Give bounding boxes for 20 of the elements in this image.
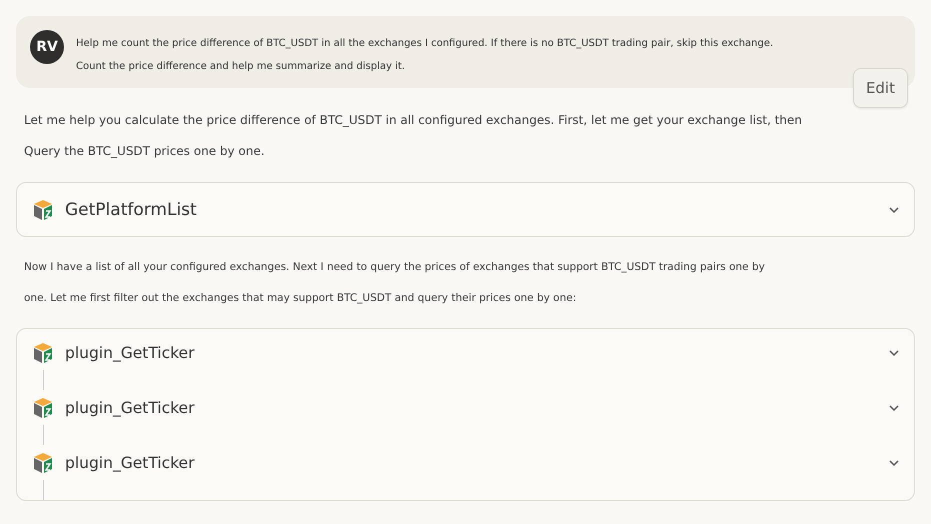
cube-icon bbox=[31, 396, 55, 420]
tool-call-row[interactable]: plugin_GetTicker bbox=[17, 445, 914, 480]
tool-call-row[interactable]: plugin_GetTicker bbox=[17, 390, 914, 425]
tool-name: plugin_GetTicker bbox=[65, 344, 196, 362]
tool-name: GetPlatformList bbox=[65, 200, 198, 220]
edit-button[interactable]: Edit bbox=[852, 68, 908, 108]
tool-call-header[interactable]: GetPlatformList bbox=[17, 183, 914, 236]
assistant-text: one. Let me first filter out the exchanges that may support BTC_USDT and query their prices one by one: bbox=[24, 292, 578, 304]
user-message-text: Help me count the price difference of BTC_USDT in all the exchanges I configured. If there is no BTC_USDT trading pair, skip this exchange. bbox=[76, 38, 774, 49]
user-message-text: Count the price difference and help me summarize and display it. bbox=[76, 61, 406, 72]
tool-name: plugin_GetTicker bbox=[65, 398, 196, 416]
cube-icon bbox=[31, 340, 55, 364]
assistant-text: Query the BTC_USDT prices one by one. bbox=[24, 144, 266, 158]
tool-name: plugin_GetTicker bbox=[65, 454, 196, 472]
assistant-text: Let me help you calculate the price difference of BTC_USDT in all configured exchanges. First, let me get your exchange list, then bbox=[24, 113, 804, 127]
assistant-text: Now I have a list of all your configured exchanges. Next I need to query the prices of exchanges that support BTC_USDT trading pairs one by bbox=[24, 261, 766, 273]
cube-icon bbox=[31, 450, 55, 474]
tool-call-row[interactable]: plugin_GetTicker bbox=[17, 335, 914, 370]
user-avatar: RV bbox=[30, 30, 64, 64]
cube-icon bbox=[31, 198, 55, 222]
